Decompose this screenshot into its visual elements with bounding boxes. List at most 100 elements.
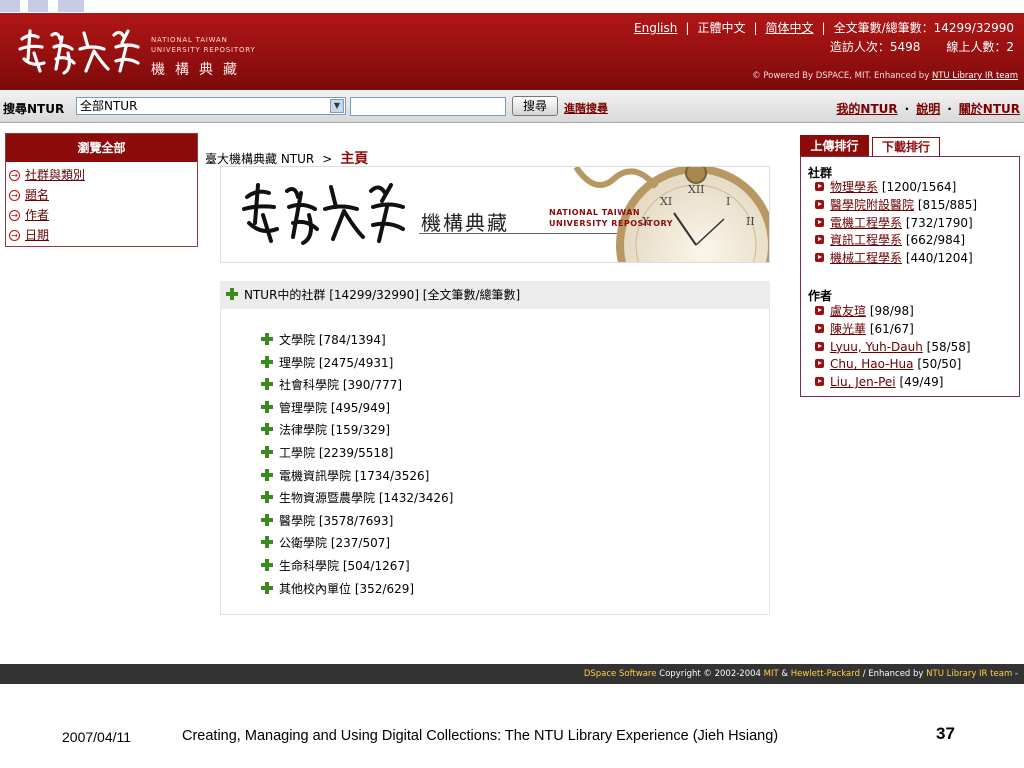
browse-item-communities[interactable]: → 社群與類別 xyxy=(9,165,197,185)
ranking-author-list: 盧友瑄 [98/98] 陳光華 [61/67] Lyuu, Yuh-Dauh [… xyxy=(815,303,971,392)
visitor-stats: 造訪人次：5498 線上人數：2 xyxy=(804,38,1014,55)
ranking-author-heading: 作者 xyxy=(808,289,833,303)
ranking-link[interactable]: Liu, Jen-Pei xyxy=(830,375,896,389)
browse-item-author[interactable]: → 作者 xyxy=(9,205,197,225)
ranking-author-item[interactable]: Lyuu, Yuh-Dauh [58/58] xyxy=(815,339,971,357)
search-button[interactable]: 搜尋 xyxy=(512,96,558,116)
ranking-link[interactable]: Chu, Hao-Hua xyxy=(830,357,913,371)
breadcrumb-current: 主頁 xyxy=(340,151,369,167)
community-label[interactable]: 管理學院 [495/949] xyxy=(279,401,390,415)
ranking-author-item[interactable]: 盧友瑄 [98/98] xyxy=(815,303,971,321)
ir-team-link[interactable]: NTU Library IR team xyxy=(932,71,1018,81)
browse-link[interactable]: 社群與類別 xyxy=(25,168,85,182)
advanced-search-link[interactable]: 進階搜尋 xyxy=(564,100,608,116)
community-item[interactable]: 工學院 [2239/5518] xyxy=(261,442,453,465)
ranking-community-item[interactable]: 資訊工程學系 [662/984] xyxy=(815,232,977,250)
community-label[interactable]: 電機資訊學院 [1734/3526] xyxy=(279,469,429,483)
community-label[interactable]: 其他校內單位 [352/629] xyxy=(279,582,414,596)
search-scope-select[interactable]: 全部NTUR ▼ xyxy=(76,97,346,115)
ranking-author-item[interactable]: Chu, Hao-Hua [50/50] xyxy=(815,356,971,374)
ranking-count: [58/58] xyxy=(926,339,971,354)
lang-english-link[interactable]: English xyxy=(634,21,677,35)
lang-simplified-link[interactable]: 简体中文 xyxy=(766,21,814,35)
ranking-community-list: 物理學系 [1200/1564] 醫學院附設醫院 [815/885] 電機工程學… xyxy=(815,179,977,268)
community-label[interactable]: 公衛學院 [237/507] xyxy=(279,536,390,550)
plus-icon xyxy=(261,445,273,458)
community-label[interactable]: 生命科學院 [504/1267] xyxy=(279,559,410,573)
community-item[interactable]: 醫學院 [3578/7693] xyxy=(261,510,453,533)
community-item[interactable]: 理學院 [2475/4931] xyxy=(261,352,453,375)
footer-team-link[interactable]: NTU Library IR team xyxy=(926,669,1012,679)
ntu-calligraphy-banner-logo xyxy=(242,183,405,245)
footer-dash: - xyxy=(1014,669,1018,679)
community-label[interactable]: 社會科學院 [390/777] xyxy=(279,378,402,392)
community-label[interactable]: 理學院 [2475/4931] xyxy=(279,356,393,370)
ranking-count: [49/49] xyxy=(899,375,944,390)
ranking-link[interactable]: 物理學系 xyxy=(830,180,878,194)
ranking-author-item[interactable]: 陳光華 [61/67] xyxy=(815,321,971,339)
browse-link[interactable]: 日期 xyxy=(25,228,49,242)
breadcrumb-root[interactable]: 臺大機構典藏 NTUR xyxy=(205,152,314,166)
community-item[interactable]: 生物資源暨農學院 [1432/3426] xyxy=(261,487,453,510)
community-list: 文學院 [784/1394] 理學院 [2475/4931] 社會科學院 [39… xyxy=(261,329,453,600)
browse-item-title[interactable]: → 題名 xyxy=(9,185,197,205)
ranking-link[interactable]: 電機工程學系 xyxy=(830,216,902,230)
search-input[interactable] xyxy=(350,97,506,116)
community-item[interactable]: 法律學院 [159/329] xyxy=(261,419,453,442)
ranking-community-item[interactable]: 電機工程學系 [732/1790] xyxy=(815,215,977,233)
corner-decoration xyxy=(0,0,84,12)
ranking-count: [50/50] xyxy=(917,357,962,372)
ranking-community-item[interactable]: 機械工程學系 [440/1204] xyxy=(815,250,977,268)
breadcrumb: 臺大機構典藏 NTUR > 主頁 xyxy=(205,148,368,168)
ranking-community-item[interactable]: 物理學系 [1200/1564] xyxy=(815,179,977,197)
my-ntur-link[interactable]: 我的NTUR xyxy=(836,102,897,116)
help-link[interactable]: 說明 xyxy=(916,102,940,116)
site-footer: DSpace Software Copyright © 2002-2004 MI… xyxy=(0,664,1024,684)
banner-english-title: NATIONAL TAIWAN UNIVERSITY REPOSITORY xyxy=(549,207,673,229)
ranking-link[interactable]: 資訊工程學系 xyxy=(830,233,902,247)
plus-icon xyxy=(261,423,273,436)
fulltext-stat: 全文筆數/總筆數：14299/32990 xyxy=(833,21,1014,35)
community-item[interactable]: 公衛學院 [237/507] xyxy=(261,532,453,555)
ranking-link[interactable]: Lyuu, Yuh-Dauh xyxy=(830,340,923,354)
arrow-bullet-icon xyxy=(815,306,824,315)
ranking-community-item[interactable]: 醫學院附設醫院 [815/885] xyxy=(815,197,977,215)
hp-link[interactable]: Hewlett-Packard xyxy=(791,669,860,679)
copyright-text: Copyright © 2002-2004 xyxy=(659,669,761,679)
ranking-count: [61/67] xyxy=(869,321,914,336)
powered-by: © Powered By DSPACE, MIT. Enhanced by NT… xyxy=(752,71,1018,81)
visits-stat: 造訪人次：5498 xyxy=(829,40,921,54)
plus-icon xyxy=(261,558,273,571)
ranking-link[interactable]: 陳光華 xyxy=(830,322,866,336)
community-item[interactable]: 文學院 [784/1394] xyxy=(261,329,453,352)
community-label[interactable]: 醫學院 [3578/7693] xyxy=(279,514,393,528)
ranking-author-item[interactable]: Liu, Jen-Pei [49/49] xyxy=(815,374,971,392)
browse-link[interactable]: 作者 xyxy=(25,208,49,222)
browse-item-date[interactable]: → 日期 xyxy=(9,225,197,245)
slide-date: 2007/04/11 xyxy=(62,729,132,745)
arrow-circle-icon: → xyxy=(9,190,20,201)
svg-text:I: I xyxy=(726,195,730,208)
community-item[interactable]: 管理學院 [495/949] xyxy=(261,397,453,420)
community-label[interactable]: 生物資源暨農學院 [1432/3426] xyxy=(279,491,453,505)
community-label[interactable]: 工學院 [2239/5518] xyxy=(279,446,393,460)
dspace-link[interactable]: DSpace Software xyxy=(584,669,657,679)
mit-link[interactable]: MIT xyxy=(764,669,779,679)
browse-link[interactable]: 題名 xyxy=(25,188,49,202)
arrow-circle-icon: → xyxy=(9,210,20,221)
chevron-down-icon[interactable]: ▼ xyxy=(330,99,344,113)
ranking-link[interactable]: 盧友瑄 xyxy=(830,304,866,318)
ranking-link[interactable]: 醫學院附設醫院 xyxy=(830,198,914,212)
community-item[interactable]: 生命科學院 [504/1267] xyxy=(261,555,453,578)
community-label[interactable]: 法律學院 [159/329] xyxy=(279,423,390,437)
tab-upload-ranking[interactable]: 上傳排行 xyxy=(800,135,869,157)
about-ntur-link[interactable]: 關於NTUR xyxy=(959,102,1020,116)
ranking-link[interactable]: 機械工程學系 xyxy=(830,251,902,265)
plus-icon xyxy=(261,333,273,345)
community-item[interactable]: 電機資訊學院 [1734/3526] xyxy=(261,465,453,488)
community-item[interactable]: 社會科學院 [390/777] xyxy=(261,374,453,397)
tab-download-ranking[interactable]: 下載排行 xyxy=(872,137,940,157)
community-label[interactable]: 文學院 [784/1394] xyxy=(279,333,386,347)
community-item[interactable]: 其他校內單位 [352/629] xyxy=(261,578,453,601)
communities-header-text: NTUR中的社群 [14299/32990] [全文筆數/總筆數] xyxy=(244,288,521,302)
